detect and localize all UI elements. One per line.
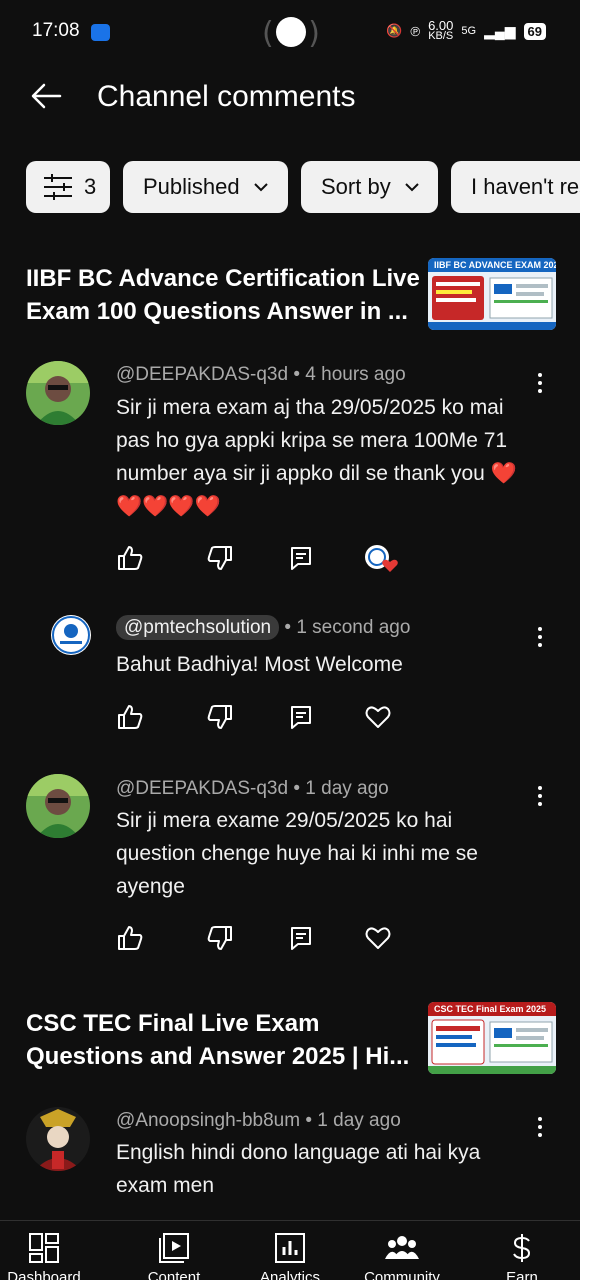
nav-label: Analytics — [259, 1269, 321, 1280]
earn-icon — [513, 1234, 531, 1262]
comment-time: 1 day ago — [317, 1110, 401, 1131]
content-icon — [159, 1233, 189, 1263]
screen: 17:08 ( ) 🔕 ℗ 6.00 KB/S 5G ▂▄▆ 69 Channe… — [0, 0, 580, 1280]
thumbnail-banner: IIBF BC ADVANCE EXAM 2025 — [428, 258, 556, 272]
dislike-icon[interactable] — [206, 924, 234, 952]
avatar[interactable] — [26, 774, 90, 838]
nav-label: Earn — [506, 1269, 538, 1280]
speed-unit: KB/S — [428, 30, 454, 42]
nav-label: Dashboard — [7, 1269, 81, 1280]
dislike-icon[interactable] — [206, 544, 234, 572]
video-thumbnail[interactable]: CSC TEC Final Exam 2025 — [428, 1002, 556, 1074]
sort-label: Sort by — [321, 174, 391, 199]
user-avatar-image — [26, 774, 90, 838]
network-label: 5G — [461, 25, 477, 37]
published-chip[interactable]: Published — [123, 161, 288, 213]
chevron-down-icon — [253, 183, 268, 192]
sort-chip[interactable]: Sort by — [301, 161, 438, 213]
thumbnail-banner: CSC TEC Final Exam 2025 — [428, 1002, 556, 1016]
comment-meta: @DEEPAKDAS-q3d • 4 hours ago — [116, 364, 406, 386]
status-right-group: 🔕 ℗ 6.00 KB/S 5G ▂▄▆ 69 — [386, 19, 546, 42]
community-icon — [385, 1236, 419, 1259]
creator-logo-icon — [52, 616, 90, 654]
comment-author[interactable]: @Anoopsingh-bb8um — [116, 1110, 300, 1131]
like-icon[interactable] — [116, 703, 144, 731]
speed-readout: 6.00 KB/S — [428, 19, 454, 42]
battery-icon: 69 — [523, 22, 546, 40]
pill-left-bracket: ( — [262, 16, 274, 51]
avatar[interactable] — [26, 1107, 90, 1171]
creator-avatar[interactable] — [51, 615, 91, 655]
reply-text: Bahut Badhiya! Most Welcome — [116, 653, 403, 676]
nav-earn[interactable]: Earn — [472, 1221, 572, 1280]
like-icon[interactable] — [116, 544, 144, 572]
comment-time: 4 hours ago — [305, 364, 406, 385]
meta-separator: • — [305, 1110, 313, 1131]
avatar[interactable] — [26, 361, 90, 425]
filter-chip[interactable]: 3 — [26, 161, 110, 213]
back-arrow-icon — [31, 83, 62, 109]
bottom-navigation: Dashboard Content Analytics Community Ea… — [0, 1220, 580, 1280]
nav-label: Community — [364, 1269, 440, 1280]
reply-author-badge[interactable]: @pmtechsolution — [116, 615, 280, 640]
analytics-icon — [275, 1233, 305, 1263]
nav-content[interactable]: Content — [124, 1221, 224, 1280]
app-notification-icon — [91, 24, 110, 41]
comment-meta: @Anoopsingh-bb8um • 1 day ago — [116, 1110, 401, 1132]
comment-author[interactable]: @DEEPAKDAS-q3d — [116, 364, 288, 385]
meta-separator: • — [293, 778, 300, 799]
reply-icon[interactable] — [287, 703, 315, 731]
comment-time: 1 day ago — [305, 778, 389, 799]
heart-icon[interactable] — [364, 924, 392, 952]
video-thumbnail[interactable]: IIBF BC ADVANCE EXAM 2025 — [428, 258, 556, 330]
status-time: 17:08 — [32, 20, 80, 41]
creator-heart-badge[interactable] — [364, 544, 398, 574]
video-title[interactable]: CSC TEC Final Live Exam Questions and An… — [26, 1007, 421, 1073]
filter-sliders-icon — [44, 174, 72, 200]
signal-icon: ▂▄▆ — [484, 22, 516, 39]
comment-author[interactable]: @DEEPAKDAS-q3d — [116, 778, 288, 799]
comment-meta: @DEEPAKDAS-q3d • 1 day ago — [116, 778, 389, 800]
comment-text: English hindi dono language ati hai kya … — [116, 1141, 481, 1197]
pill-right-bracket: ) — [308, 16, 320, 51]
meta-separator: • — [284, 617, 292, 638]
reply-icon[interactable] — [287, 924, 315, 952]
nav-dashboard[interactable]: Dashboard — [0, 1221, 94, 1280]
dislike-icon[interactable] — [206, 703, 234, 731]
responded-label: I haven't responded — [471, 174, 580, 199]
camera-pill: ( ) — [262, 14, 320, 52]
comment-text: Sir ji mera exame 29/05/2025 ko hai ques… — [116, 809, 478, 898]
nav-analytics[interactable]: Analytics — [240, 1221, 340, 1280]
chevron-down-icon — [404, 183, 419, 192]
video-title[interactable]: IIBF BC Advance Certification Live Exam … — [26, 262, 421, 328]
user-avatar-image — [26, 1107, 90, 1171]
like-icon[interactable] — [116, 924, 144, 952]
thumbnail-art — [428, 276, 556, 330]
dashboard-icon — [29, 1233, 59, 1263]
reply-time: 1 second ago — [296, 617, 411, 638]
nav-label: Content — [147, 1269, 201, 1280]
page-title: Channel comments — [97, 80, 356, 113]
back-button[interactable] — [30, 80, 62, 117]
more-options-button[interactable] — [530, 624, 550, 650]
bluetooth-icon: ℗ — [410, 23, 421, 39]
responded-chip[interactable]: I haven't responded — [451, 161, 580, 213]
creator-heart-icon — [365, 545, 398, 572]
mute-icon: 🔕 — [386, 23, 403, 38]
thumbnail-art — [428, 1019, 556, 1074]
comment-text: Sir ji mera exam aj tha 29/05/2025 ko ma… — [116, 396, 517, 518]
hotspot-icon — [276, 17, 306, 47]
meta-separator: • — [293, 364, 300, 385]
heart-icon[interactable] — [364, 703, 392, 731]
nav-community[interactable]: Community — [352, 1221, 452, 1280]
user-avatar-image — [26, 361, 90, 425]
filter-count: 3 — [84, 174, 97, 199]
reply-icon[interactable] — [287, 544, 315, 572]
reply-meta: @pmtechsolution • 1 second ago — [116, 615, 411, 640]
published-label: Published — [143, 174, 240, 199]
